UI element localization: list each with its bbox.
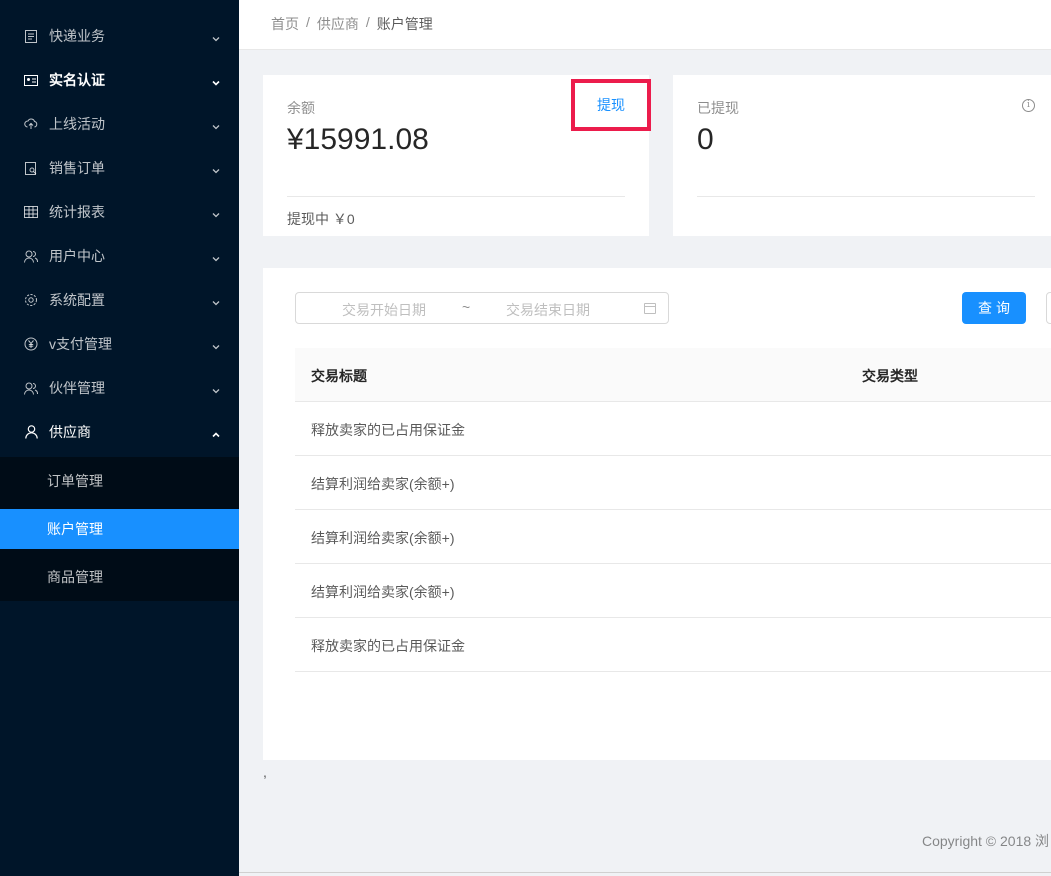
cloud-upload-icon	[24, 117, 38, 131]
start-date-input[interactable]: 交易开始日期	[342, 300, 426, 320]
divider	[239, 872, 1051, 873]
withdrawn-value: 0	[697, 123, 714, 156]
reset-button[interactable]	[1046, 292, 1051, 324]
menu-item-label: 上线活动	[49, 116, 105, 132]
table-row: 结算利润给卖家(余额+)	[295, 510, 1051, 564]
table-header: 交易标题 交易类型	[295, 348, 1051, 402]
menu-item-label: 伙伴管理	[49, 380, 105, 396]
table-row: 释放卖家的已占用保证金	[295, 402, 1051, 456]
calendar-icon	[644, 303, 656, 314]
transaction-title: 结算利润给卖家(余额+)	[311, 530, 455, 546]
chevron-down-icon	[211, 207, 221, 218]
chevron-up-icon	[211, 427, 221, 438]
menu-item-label: 系统配置	[49, 292, 105, 308]
transaction-title: 释放卖家的已占用保证金	[311, 422, 465, 438]
chevron-down-icon	[211, 75, 221, 86]
stray-text: ,	[263, 764, 267, 780]
withdrawn-label: 已提现	[697, 100, 739, 116]
menu-item-label: 销售订单	[49, 160, 105, 176]
chevron-down-icon	[211, 251, 221, 262]
sidebar-item-account-management[interactable]: 账户管理	[0, 509, 239, 549]
setting-icon	[24, 293, 38, 307]
query-button[interactable]: 查询	[962, 292, 1026, 324]
breadcrumb-current: 账户管理	[376, 16, 433, 32]
menu-item-reports[interactable]: 统计报表	[0, 190, 239, 234]
info-circle-icon[interactable]: i	[1022, 99, 1035, 112]
menu-item-vpay[interactable]: v支付管理	[0, 322, 239, 366]
withdraw-button[interactable]: 提现	[571, 79, 651, 131]
user-icon	[24, 425, 38, 439]
menu-item-activity[interactable]: 上线活动	[0, 102, 239, 146]
divider	[697, 196, 1035, 197]
transaction-title: 结算利润给卖家(余额+)	[311, 476, 455, 492]
menu-item-label: 用户中心	[49, 248, 105, 264]
menu-item-realname[interactable]: 实名认证	[0, 58, 239, 102]
menu-item-user-center[interactable]: 用户中心	[0, 234, 239, 278]
pay-circle-icon	[24, 337, 38, 351]
column-header-type: 交易类型	[862, 368, 918, 384]
menu-item-label: 实名认证	[49, 72, 105, 88]
table-icon	[24, 205, 38, 219]
divider	[287, 196, 625, 197]
table-row: 结算利润给卖家(余额+)	[295, 564, 1051, 618]
date-range-picker[interactable]: 交易开始日期 ~ 交易结束日期	[295, 292, 669, 324]
withdrawn-card: 已提现 0	[673, 75, 1051, 236]
menu-item-sales-order[interactable]: 销售订单	[0, 146, 239, 190]
transaction-title: 结算利润给卖家(余额+)	[311, 584, 455, 600]
column-header-title: 交易标题	[311, 368, 367, 384]
file-text-icon	[24, 29, 38, 43]
idcard-icon	[24, 73, 38, 87]
breadcrumb-separator: /	[365, 14, 370, 30]
range-separator: ~	[462, 299, 471, 315]
team-icon	[24, 249, 38, 263]
menu-item-supplier[interactable]: 供应商	[0, 410, 239, 454]
transaction-title: 释放卖家的已占用保证金	[311, 638, 465, 654]
chevron-down-icon	[211, 383, 221, 394]
balance-value: ¥15991.08	[287, 123, 429, 156]
table-row: 释放卖家的已占用保证金	[295, 618, 1051, 672]
breadcrumb: 首页 / 供应商 / 账户管理	[271, 14, 433, 34]
copyright-footer: Copyright © 2018 浏	[922, 833, 1050, 849]
chevron-down-icon	[211, 339, 221, 350]
sidebar-item-product-management[interactable]: 商品管理	[0, 557, 239, 597]
sidebar: 快递业务 实名认证 上线活动 销售订单 统计报表 用户中心 系统配置 v支付管理…	[0, 0, 239, 876]
chevron-down-icon	[211, 295, 221, 306]
file-search-icon	[24, 161, 38, 175]
end-date-input[interactable]: 交易结束日期	[506, 300, 590, 320]
table-row: 结算利润给卖家(余额+)	[295, 456, 1051, 510]
breadcrumb-home[interactable]: 首页	[271, 14, 299, 34]
breadcrumb-separator: /	[306, 14, 310, 30]
menu-item-label: 供应商	[49, 424, 91, 440]
sidebar-item-order-management[interactable]: 订单管理	[0, 461, 239, 501]
header: 首页 / 供应商 / 账户管理	[239, 0, 1051, 50]
breadcrumb-supplier[interactable]: 供应商	[317, 14, 359, 34]
balance-label: 余额	[287, 100, 315, 116]
chevron-down-icon	[211, 119, 221, 130]
chevron-down-icon	[211, 31, 221, 42]
menu-item-system-config[interactable]: 系统配置	[0, 278, 239, 322]
menu-item-label: 快递业务	[49, 28, 105, 44]
menu-item-partner[interactable]: 伙伴管理	[0, 366, 239, 410]
chevron-down-icon	[211, 163, 221, 174]
menu-item-label: 统计报表	[49, 204, 105, 220]
withdrawing-amount: 提现中 ￥0	[287, 211, 355, 227]
menu-item-express[interactable]: 快递业务	[0, 14, 239, 58]
team-icon	[24, 381, 38, 395]
supplier-submenu: 订单管理 账户管理 商品管理	[0, 457, 239, 601]
menu-item-label: v支付管理	[49, 336, 112, 352]
